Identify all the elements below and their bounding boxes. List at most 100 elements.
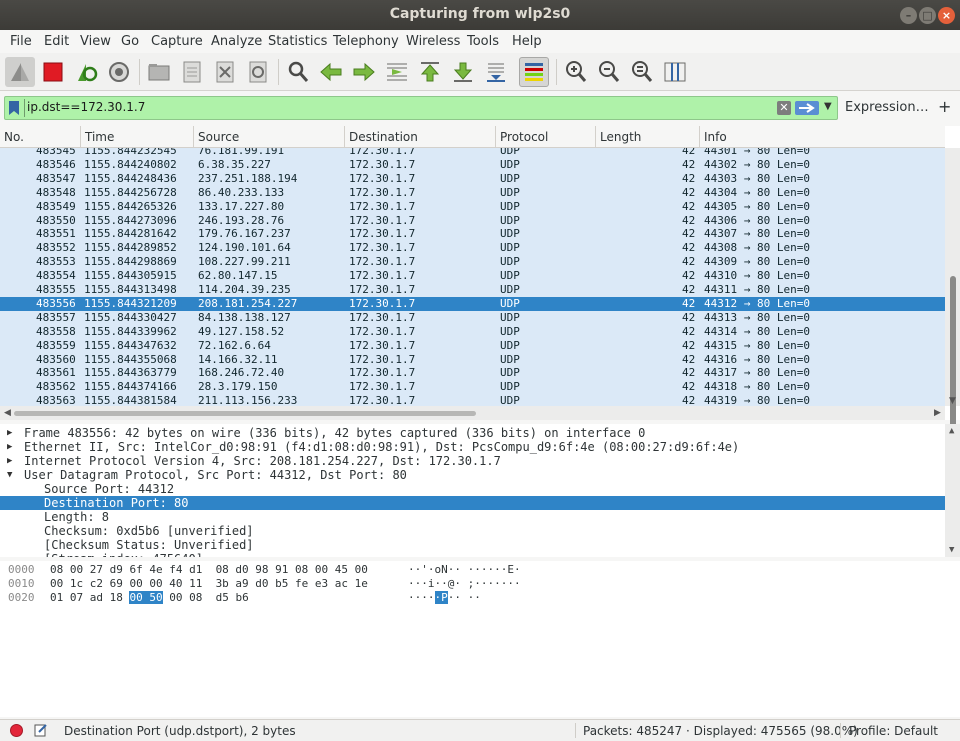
menu-help[interactable]: Help bbox=[512, 34, 542, 49]
normal-size-icon[interactable] bbox=[627, 57, 657, 87]
column-info[interactable]: Info bbox=[700, 126, 945, 148]
column-protocol[interactable]: Protocol bbox=[496, 126, 596, 148]
packet-row[interactable]: 483551 1155.844281642 179.76.167.237 172.30… bbox=[0, 227, 945, 242]
restart-capture-icon[interactable] bbox=[71, 57, 101, 87]
details-tree-item[interactable]: Destination Port: 80 bbox=[0, 496, 945, 510]
filter-history-dropdown-icon[interactable]: ▼ bbox=[824, 101, 832, 112]
filter-text[interactable]: ip.dst==172.30.1.7 bbox=[27, 100, 145, 114]
stop-capture-icon[interactable] bbox=[38, 57, 68, 87]
find-packet-icon[interactable] bbox=[283, 57, 313, 87]
details-tree-item[interactable]: ▶ Ethernet II, Src: IntelCor_d0:98:91 (f4… bbox=[0, 440, 945, 454]
apply-filter-icon[interactable] bbox=[795, 101, 819, 115]
collapsed-arrow-icon[interactable]: ▶ bbox=[7, 426, 12, 440]
column-length[interactable]: Length bbox=[596, 126, 700, 148]
packet-row[interactable]: 483554 1155.844305915 62.80.147.15 172.30.1… bbox=[0, 269, 945, 284]
menu-go[interactable]: Go bbox=[121, 34, 139, 49]
packet-list-horizontal-scroll-thumb[interactable] bbox=[14, 411, 476, 416]
bytes-hex[interactable]: 01 07 ad 18 00 50 00 08 d5 b6 bbox=[50, 591, 249, 605]
resize-columns-icon[interactable] bbox=[660, 57, 690, 87]
details-vertical-scrollbar[interactable] bbox=[945, 424, 960, 557]
collapsed-arrow-icon[interactable]: ▶ bbox=[7, 454, 12, 468]
menu-edit[interactable]: Edit bbox=[44, 34, 69, 49]
details-tree-item[interactable]: Source Port: 44312 bbox=[0, 482, 945, 496]
maximize-icon[interactable]: □ bbox=[919, 7, 936, 24]
details-scroll-up-arrow-icon[interactable]: ▲ bbox=[949, 426, 954, 436]
expression-button[interactable]: Expression… bbox=[845, 100, 929, 115]
menu-analyze[interactable]: Analyze bbox=[211, 34, 262, 49]
details-tree-item[interactable]: [Stream index: 475640] bbox=[0, 552, 945, 557]
column-destination[interactable]: Destination bbox=[345, 126, 496, 148]
packet-row[interactable]: 483550 1155.844273096 246.193.28.76 172.30.… bbox=[0, 213, 945, 228]
packet-row[interactable]: 483548 1155.844256728 86.40.233.133 172.30.… bbox=[0, 185, 945, 200]
menu-statistics[interactable]: Statistics bbox=[268, 34, 327, 49]
add-filter-button[interactable]: + bbox=[938, 97, 951, 116]
details-tree-item[interactable]: ▶ Internet Protocol Version 4, Src: 208.1… bbox=[0, 454, 945, 468]
close-file-icon[interactable] bbox=[210, 57, 240, 87]
packet-row[interactable]: 483556 1155.844321209 208.181.254.227 172.3… bbox=[0, 296, 945, 311]
go-first-icon[interactable] bbox=[415, 57, 445, 87]
menu-tools[interactable]: Tools bbox=[467, 34, 499, 49]
details-tree-text: User Datagram Protocol, Src Port: 44312,… bbox=[24, 468, 407, 482]
menu-wireless[interactable]: Wireless bbox=[406, 34, 460, 49]
scroll-left-arrow-icon[interactable]: ◀ bbox=[4, 408, 11, 418]
packet-row[interactable]: 483547 1155.844248436 237.251.188.194 172.3… bbox=[0, 171, 945, 186]
bytes-hex[interactable]: 08 00 27 d9 6f 4e f4 d1 08 d0 98 91 08 0… bbox=[50, 563, 368, 577]
collapsed-arrow-icon[interactable]: ▶ bbox=[7, 440, 12, 454]
packet-row[interactable]: 483557 1155.844330427 84.138.138.127 172.30… bbox=[0, 310, 945, 325]
menu-telephony[interactable]: Telephony bbox=[333, 34, 399, 49]
zoom-in-icon[interactable] bbox=[561, 57, 591, 87]
bytes-ascii[interactable]: ···i··@· ;······· bbox=[408, 577, 521, 591]
packet-row[interactable]: 483553 1155.844298869 108.227.99.211 172.30… bbox=[0, 255, 945, 270]
bytes-ascii[interactable]: ··'·oN·· ······E· bbox=[408, 563, 521, 577]
bookmark-icon[interactable] bbox=[8, 100, 20, 116]
go-back-icon[interactable] bbox=[316, 57, 346, 87]
packet-row[interactable]: 483558 1155.844339962 49.127.158.52 172.30.… bbox=[0, 324, 945, 339]
packet-row[interactable]: 483555 1155.844313498 114.204.39.235 172.30… bbox=[0, 283, 945, 297]
packet-row[interactable]: 483545 1155.844232545 76.181.99.191 172.30.… bbox=[0, 148, 945, 158]
packet-row[interactable]: 483561 1155.844363779 168.246.72.40 172.30.… bbox=[0, 366, 945, 381]
bytes-ascii[interactable]: ·····P·· ·· bbox=[408, 591, 481, 605]
details-tree-item[interactable]: Checksum: 0xd5b6 [unverified] bbox=[0, 524, 945, 538]
packet-row[interactable]: 483560 1155.844355068 14.166.32.11 172.30.1… bbox=[0, 352, 945, 367]
capture-options-icon[interactable] bbox=[104, 57, 134, 87]
close-icon[interactable]: × bbox=[938, 7, 955, 24]
open-file-icon[interactable] bbox=[144, 57, 174, 87]
packet-row[interactable]: 483549 1155.844265326 133.17.227.80 172.30.… bbox=[0, 199, 945, 214]
go-last-icon[interactable] bbox=[448, 57, 478, 87]
menu-capture[interactable]: Capture bbox=[151, 34, 203, 49]
column-time[interactable]: Time bbox=[81, 126, 194, 148]
column-no[interactable]: No. bbox=[0, 126, 81, 148]
clear-filter-icon[interactable]: ✕ bbox=[777, 101, 791, 115]
go-to-packet-icon[interactable] bbox=[382, 57, 412, 87]
expert-info-icon[interactable] bbox=[10, 724, 23, 737]
packet-row[interactable]: 483552 1155.844289852 124.190.101.64 172.30… bbox=[0, 241, 945, 256]
status-profile[interactable]: Profile: Default bbox=[849, 724, 938, 738]
packet-row[interactable]: 483562 1155.844374166 28.3.179.150 172.30.1… bbox=[0, 380, 945, 395]
expanded-arrow-icon[interactable]: ▼ bbox=[7, 468, 12, 482]
packet-row[interactable]: 483559 1155.844347632 72.162.6.64 172.30.1.… bbox=[0, 338, 945, 353]
details-tree-item[interactable]: ▶ Frame 483556: 42 bytes on wire (336 bit… bbox=[0, 426, 945, 440]
go-forward-icon[interactable] bbox=[349, 57, 379, 87]
colorize-icon[interactable] bbox=[519, 57, 549, 87]
scroll-down-arrow-icon[interactable]: ▼ bbox=[949, 396, 956, 406]
menu-view[interactable]: View bbox=[80, 34, 111, 49]
details-tree-item[interactable]: [Checksum Status: Unverified] bbox=[0, 538, 945, 552]
save-file-icon[interactable] bbox=[177, 57, 207, 87]
column-source[interactable]: Source bbox=[194, 126, 345, 148]
packet-row[interactable]: 483563 1155.844381584 211.113.156.233 172.3… bbox=[0, 394, 945, 406]
details-tree-item[interactable]: ▼ User Datagram Protocol, Src Port: 44312… bbox=[0, 468, 945, 482]
menu-file[interactable]: File bbox=[10, 34, 32, 49]
reload-file-icon[interactable] bbox=[243, 57, 273, 87]
packet-row[interactable]: 483546 1155.844240802 6.38.35.227 172.30.1.… bbox=[0, 157, 945, 172]
cell-destination: 172.30.1.7 bbox=[349, 366, 416, 380]
scroll-right-arrow-icon[interactable]: ▶ bbox=[934, 408, 941, 418]
details-scroll-down-arrow-icon[interactable]: ▼ bbox=[949, 545, 954, 555]
minimize-icon[interactable]: – bbox=[900, 7, 917, 24]
display-filter-input[interactable]: ip.dst==172.30.1.7 ✕ ▼ bbox=[4, 96, 838, 120]
bytes-hex[interactable]: 00 1c c2 69 00 00 40 11 3b a9 d0 b5 fe e… bbox=[50, 577, 368, 591]
capture-comment-icon[interactable] bbox=[34, 723, 48, 737]
zoom-out-icon[interactable] bbox=[594, 57, 624, 87]
shark-fin-start-icon[interactable] bbox=[5, 57, 35, 87]
details-tree-item[interactable]: Length: 8 bbox=[0, 510, 945, 524]
autoscroll-icon[interactable] bbox=[481, 57, 511, 87]
